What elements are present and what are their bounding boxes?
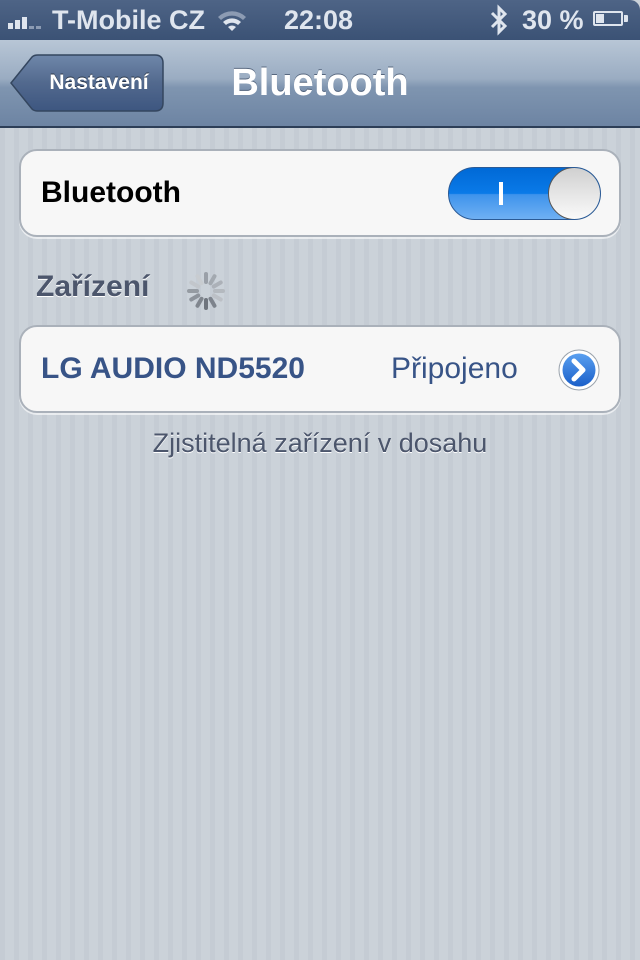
bluetooth-icon	[490, 4, 508, 36]
status-bar: T-Mobile CZ 22:08 30 %	[0, 0, 640, 40]
switch-knob[interactable]	[548, 168, 600, 219]
bluetooth-toggle-label: Bluetooth	[41, 176, 181, 209]
devices-section-header: Zařízení	[36, 270, 150, 303]
device-status: Připojeno	[391, 352, 518, 385]
device-row[interactable]: LG AUDIO ND5520 Připojeno	[19, 325, 621, 413]
discoverable-footer: Zjistitelná zařízení v dosahu	[152, 428, 488, 458]
wifi-icon	[218, 11, 246, 31]
carrier-name: T-Mobile CZ	[52, 5, 205, 35]
disclosure-icon[interactable]	[557, 348, 601, 392]
battery-percent: 30 %	[522, 5, 584, 35]
page-title: Bluetooth	[231, 62, 409, 104]
switch-on-indicator	[499, 182, 503, 205]
clock: 22:08	[284, 5, 354, 35]
bluetooth-switch[interactable]	[448, 167, 601, 220]
bluetooth-toggle-cell: Bluetooth	[19, 149, 621, 237]
signal-strength-icon	[8, 13, 41, 29]
device-name: LG AUDIO ND5520	[41, 352, 305, 385]
battery-icon	[593, 11, 629, 28]
navigation-bar: Nastavení Bluetooth	[0, 40, 640, 128]
spinner-icon	[187, 272, 225, 310]
